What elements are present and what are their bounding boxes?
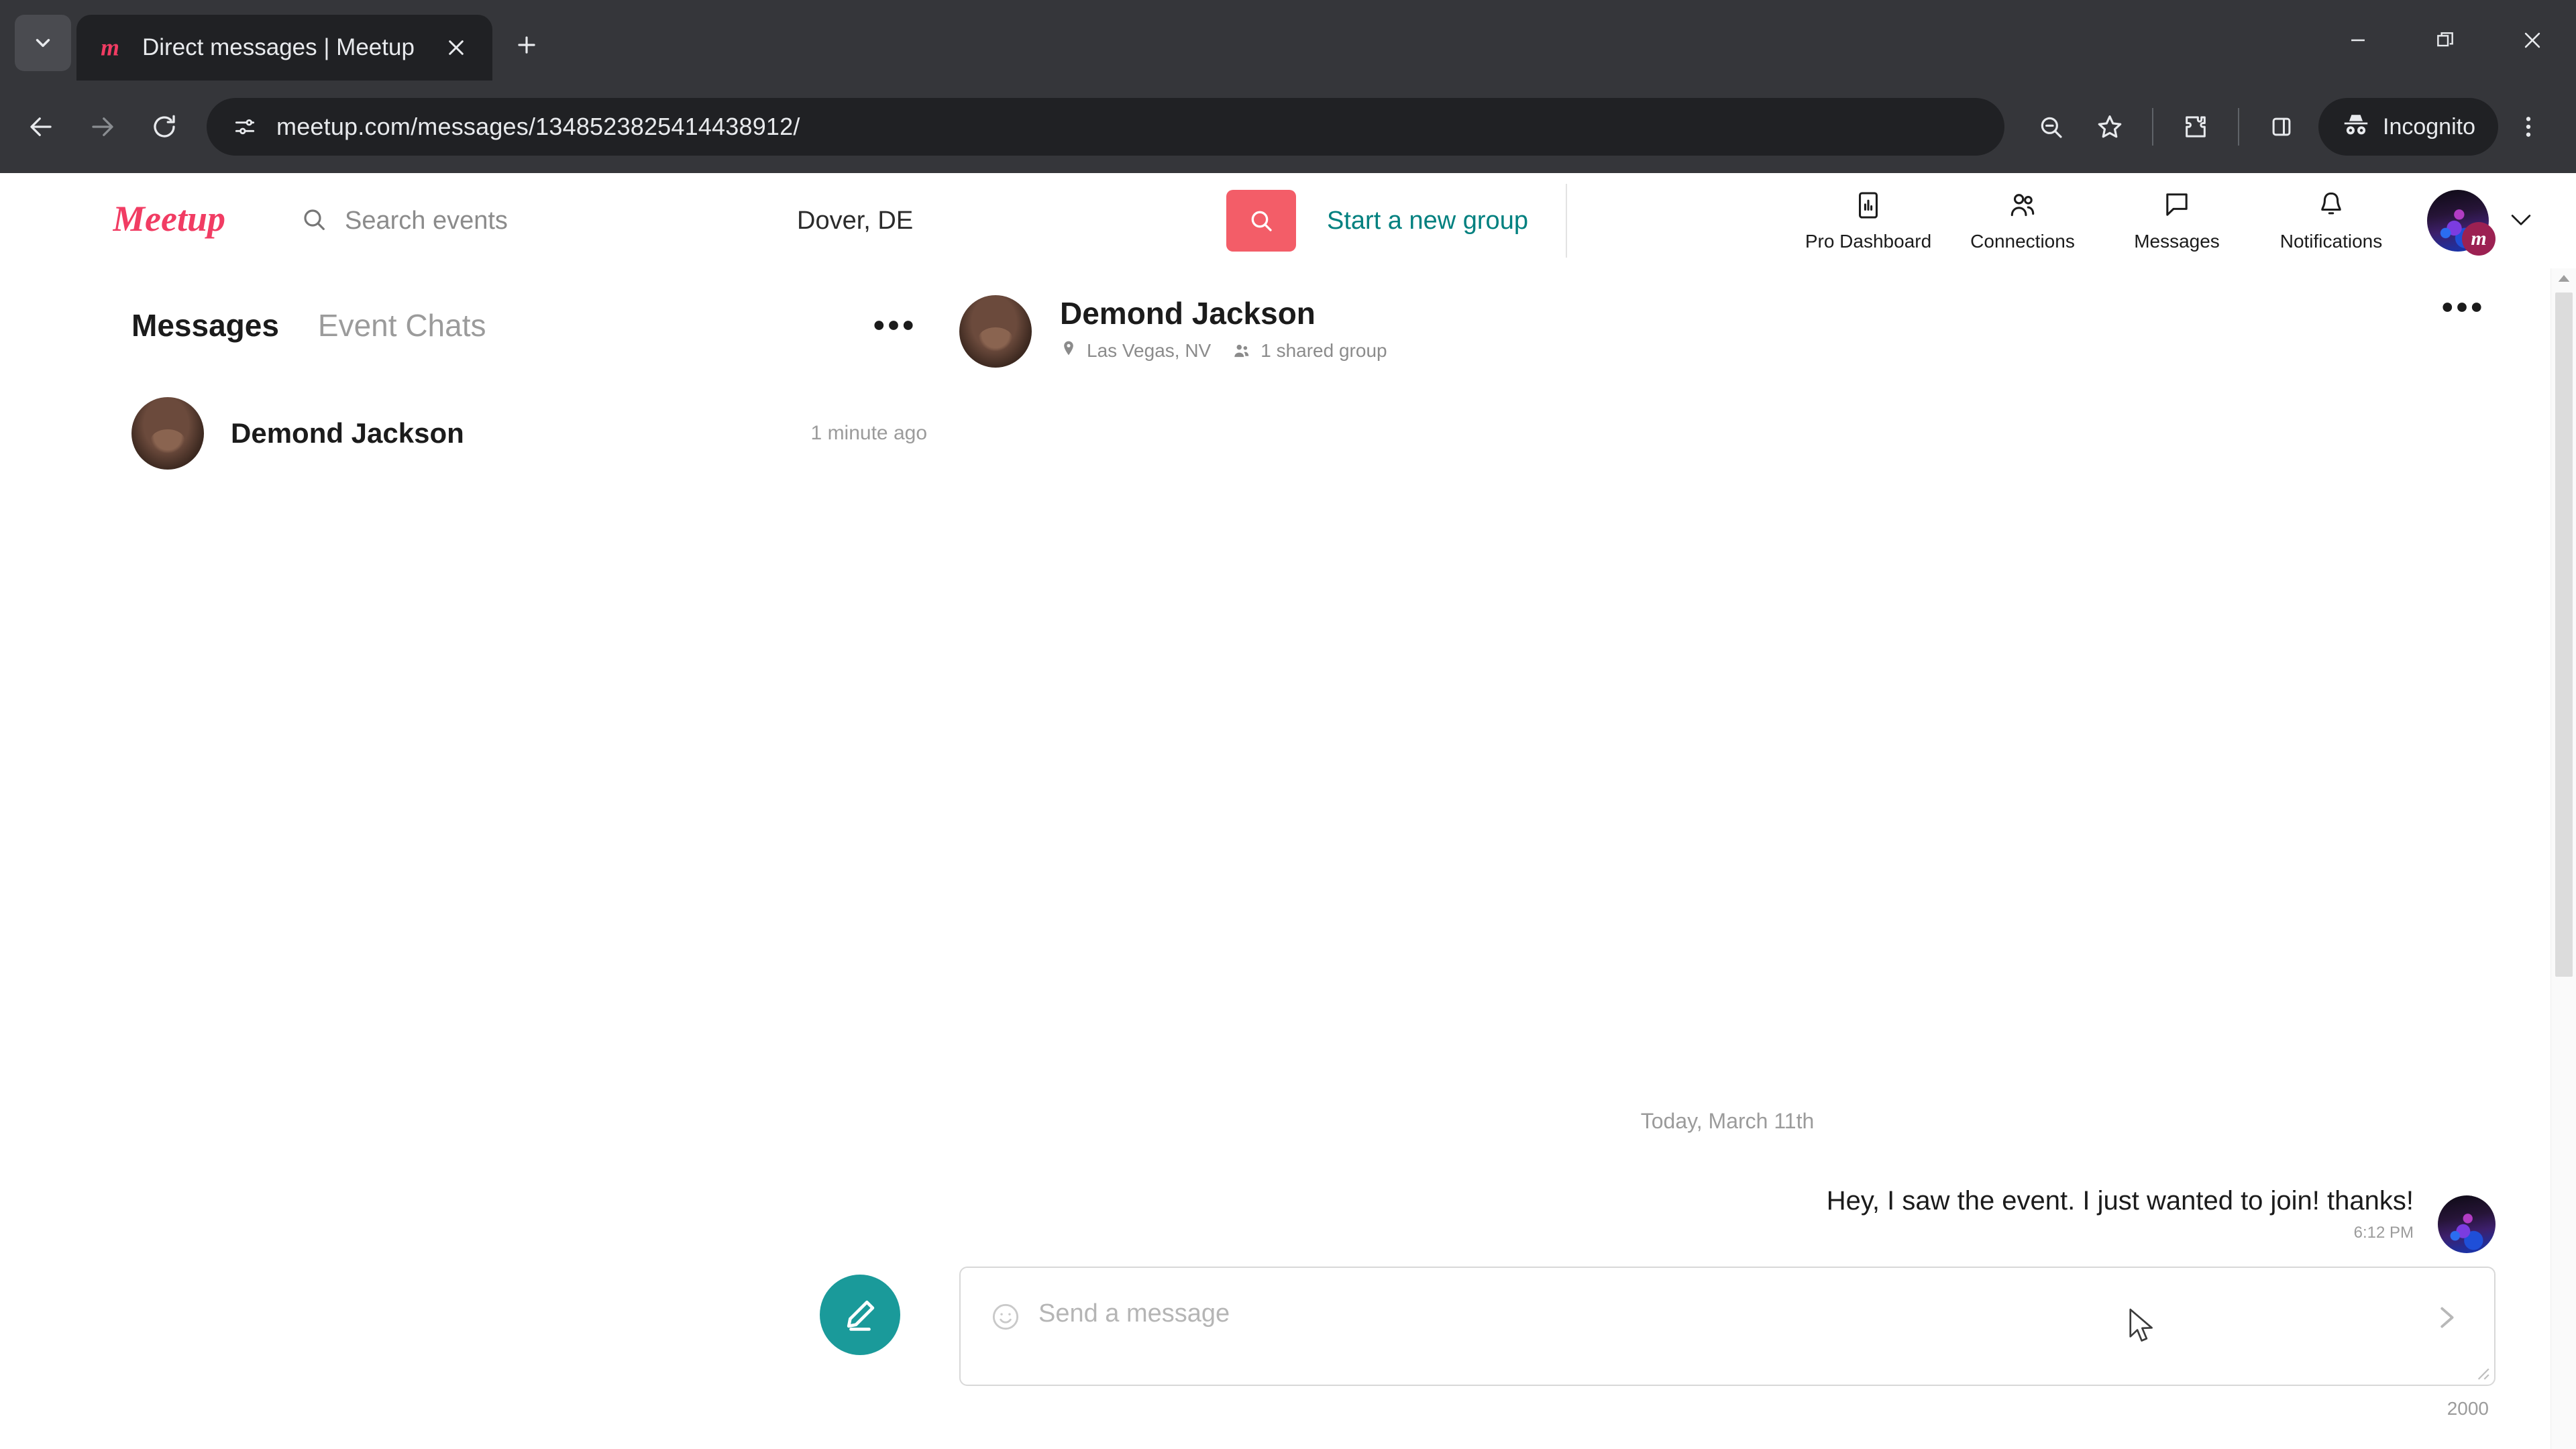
nav-item-pro-dashboard[interactable]: Pro Dashboard: [1791, 190, 1945, 252]
thread-shared-groups[interactable]: 1 shared group: [1260, 340, 1387, 362]
composer-area: 2000: [820, 1267, 2496, 1449]
textarea-resize-grip[interactable]: [2473, 1363, 2490, 1381]
people-icon: [1232, 341, 1251, 360]
page-scrollbar[interactable]: [2551, 268, 2576, 1449]
meetup-wordmark-logo[interactable]: Meetup: [113, 200, 247, 241]
conversation-name: Demond Jackson: [231, 417, 464, 449]
nav-label: Messages: [2134, 230, 2220, 252]
message-bubble: Hey, I saw the event. I just wanted to j…: [1827, 1183, 2414, 1242]
search-placeholder: Search events: [345, 206, 508, 235]
tab-search-chevron-icon[interactable]: [15, 15, 71, 71]
search-icon: [301, 206, 327, 236]
browser-menu-icon[interactable]: [2500, 98, 2557, 156]
browser-window: m Direct messages | Meetup meetup.com/me…: [0, 0, 2576, 1449]
nav-item-connections[interactable]: Connections: [1945, 190, 2100, 252]
toolbar-divider-2: [2238, 108, 2239, 146]
nav-label: Notifications: [2279, 230, 2383, 252]
tab-event-chats[interactable]: Event Chats: [318, 307, 486, 343]
meetup-site-header: Meetup Search events Dover, DE Start a n…: [0, 173, 2576, 268]
message-input[interactable]: [1038, 1299, 2410, 1330]
bookmark-star-icon[interactable]: [2081, 98, 2139, 156]
site-info-tune-icon[interactable]: [225, 107, 264, 146]
emoji-smiley-icon[interactable]: [990, 1301, 1021, 1332]
tab-strip: m Direct messages | Meetup: [0, 0, 2576, 80]
header-nav-group: Pro Dashboard Connections Messages Notif…: [1791, 190, 2536, 256]
maximize-restore-button[interactable]: [2402, 0, 2489, 80]
send-message-button[interactable]: [2427, 1299, 2465, 1336]
tab-close-icon[interactable]: [437, 29, 475, 66]
conversation-timestamp: 1 minute ago: [810, 422, 927, 444]
user-avatar: [2438, 1195, 2496, 1253]
tab-title: Direct messages | Meetup: [142, 34, 415, 60]
browser-tab[interactable]: m Direct messages | Meetup: [76, 15, 492, 80]
thread-contact-meta: Demond Jackson Las Vegas, NV 1 shared gr…: [1060, 295, 1387, 362]
thread-header: Demond Jackson Las Vegas, NV 1 shared gr…: [959, 268, 2496, 382]
incognito-label: Incognito: [2383, 113, 2475, 140]
conversation-list-overflow-icon[interactable]: [860, 320, 927, 331]
reload-icon[interactable]: [136, 98, 193, 156]
account-avatar[interactable]: m: [2427, 190, 2496, 256]
window-close-button[interactable]: [2489, 0, 2576, 80]
meetup-m-favicon: m: [99, 34, 127, 62]
address-bar[interactable]: meetup.com/messages/1348523825414438912/: [207, 98, 2004, 156]
start-new-group-link[interactable]: Start a new group: [1327, 207, 1528, 235]
bell-icon: [2316, 190, 2347, 224]
svg-text:m: m: [101, 34, 119, 61]
message-composer: 2000: [959, 1267, 2496, 1419]
meetup-badge: m: [2462, 222, 2496, 256]
date-divider: Today, March 11th: [1640, 1109, 1815, 1133]
forward-arrow-icon[interactable]: [74, 98, 131, 156]
incognito-indicator[interactable]: Incognito: [2318, 98, 2498, 156]
nav-label: Pro Dashboard: [1805, 230, 1932, 252]
message-row: Hey, I saw the event. I just wanted to j…: [959, 1183, 2496, 1253]
window-controls: [2314, 0, 2576, 80]
browser-toolbar: meetup.com/messages/1348523825414438912/: [0, 80, 2576, 173]
messages-page-content: Messages Event Chats Demond Jackson 1 mi…: [0, 268, 2576, 1449]
incognito-spy-icon: [2341, 111, 2371, 144]
conversation-list-header: Messages Event Chats: [131, 268, 927, 382]
search-input[interactable]: Search events: [301, 206, 797, 236]
people-icon: [2007, 190, 2038, 224]
page-viewport: Meetup Search events Dover, DE Start a n…: [0, 173, 2576, 1449]
header-divider: [1565, 184, 1567, 258]
thread-overflow-icon[interactable]: [2428, 295, 2496, 319]
svg-text:Meetup: Meetup: [113, 200, 225, 239]
message-thread-panel: Demond Jackson Las Vegas, NV 1 shared gr…: [820, 268, 2576, 1449]
tab-messages[interactable]: Messages: [131, 307, 279, 343]
minimize-button[interactable]: [2314, 0, 2402, 80]
toolbar-icon-group: Incognito: [2022, 98, 2557, 156]
message-input-shell[interactable]: [959, 1267, 2496, 1386]
scroll-up-arrow-icon[interactable]: [2551, 268, 2576, 288]
compose-new-message-button[interactable]: [820, 1275, 900, 1355]
contact-avatar: [131, 397, 204, 470]
chart-dashboard-icon: [1853, 190, 1884, 224]
search-submit-button[interactable]: [1226, 190, 1296, 252]
list-item[interactable]: Demond Jackson 1 minute ago: [131, 382, 927, 484]
toolbar-divider: [2152, 108, 2153, 146]
side-panel-icon[interactable]: [2253, 98, 2310, 156]
nav-item-messages[interactable]: Messages: [2100, 190, 2254, 252]
url-text: meetup.com/messages/1348523825414438912/: [276, 113, 800, 140]
message-text: Hey, I saw the event. I just wanted to j…: [1826, 1186, 2414, 1216]
thread-contact-subline: Las Vegas, NV 1 shared group: [1060, 339, 1387, 362]
conversation-list-panel: Messages Event Chats Demond Jackson 1 mi…: [0, 268, 959, 1449]
nav-item-notifications[interactable]: Notifications: [2254, 190, 2408, 252]
new-tab-button[interactable]: [503, 21, 550, 68]
chat-bubble-icon: [2161, 190, 2192, 224]
extensions-puzzle-icon[interactable]: [2167, 98, 2224, 156]
thread-contact-name: Demond Jackson: [1060, 296, 1316, 331]
back-arrow-icon[interactable]: [12, 98, 70, 156]
thread-location: Las Vegas, NV: [1087, 339, 1212, 361]
nav-label: Connections: [1970, 230, 2075, 252]
message-list: Today, March 11th Hey, I saw the event. …: [959, 382, 2496, 1267]
message-timestamp: 6:12 PM: [2353, 1224, 2414, 1242]
location-input[interactable]: Dover, DE: [797, 207, 1226, 235]
account-chevron-down-icon[interactable]: [2506, 205, 2536, 237]
character-limit-counter: 2000: [2447, 1398, 2489, 1419]
map-pin-icon: [1060, 339, 1077, 362]
zoom-out-icon[interactable]: [2022, 98, 2080, 156]
scrollbar-thumb[interactable]: [2555, 292, 2573, 977]
contact-avatar[interactable]: [959, 295, 1032, 368]
